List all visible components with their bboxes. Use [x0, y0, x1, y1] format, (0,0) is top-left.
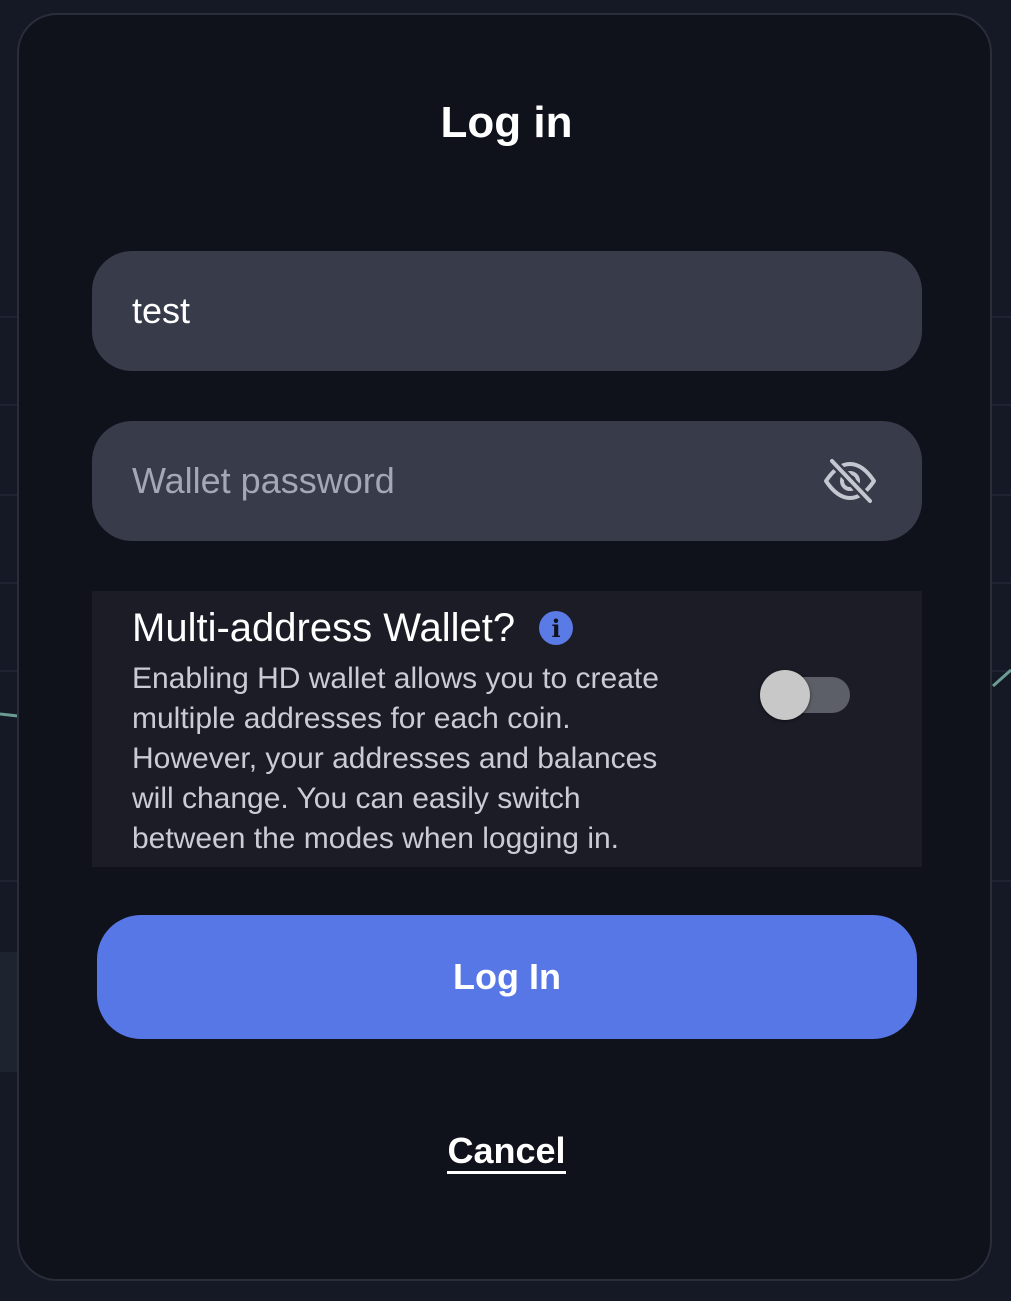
hd-wallet-title: Multi-address Wallet?: [132, 605, 516, 650]
login-dialog: Log in test Wallet password Multi-addres…: [17, 13, 992, 1281]
wallet-password-field[interactable]: Wallet password: [92, 421, 922, 541]
login-button[interactable]: Log In: [97, 915, 917, 1039]
hd-wallet-description: Enabling HD wallet allows you to create …: [132, 662, 659, 855]
cancel-link-row: Cancel: [19, 1127, 994, 1175]
wallet-name-value: test: [132, 290, 191, 331]
wallet-password-placeholder: Wallet password: [132, 460, 395, 501]
info-icon[interactable]: i: [539, 611, 574, 645]
hd-wallet-title-row: Multi-address Wallet? i: [132, 603, 574, 653]
toggle-knob: [760, 670, 810, 720]
dialog-title: Log in: [440, 98, 573, 147]
hd-wallet-toggle[interactable]: [760, 669, 852, 721]
cancel-link[interactable]: Cancel: [447, 1130, 566, 1174]
hd-wallet-panel: Multi-address Wallet? i Enabling HD wall…: [92, 591, 922, 867]
eye-slash-icon[interactable]: [822, 455, 878, 507]
wallet-name-field[interactable]: test: [92, 251, 922, 371]
